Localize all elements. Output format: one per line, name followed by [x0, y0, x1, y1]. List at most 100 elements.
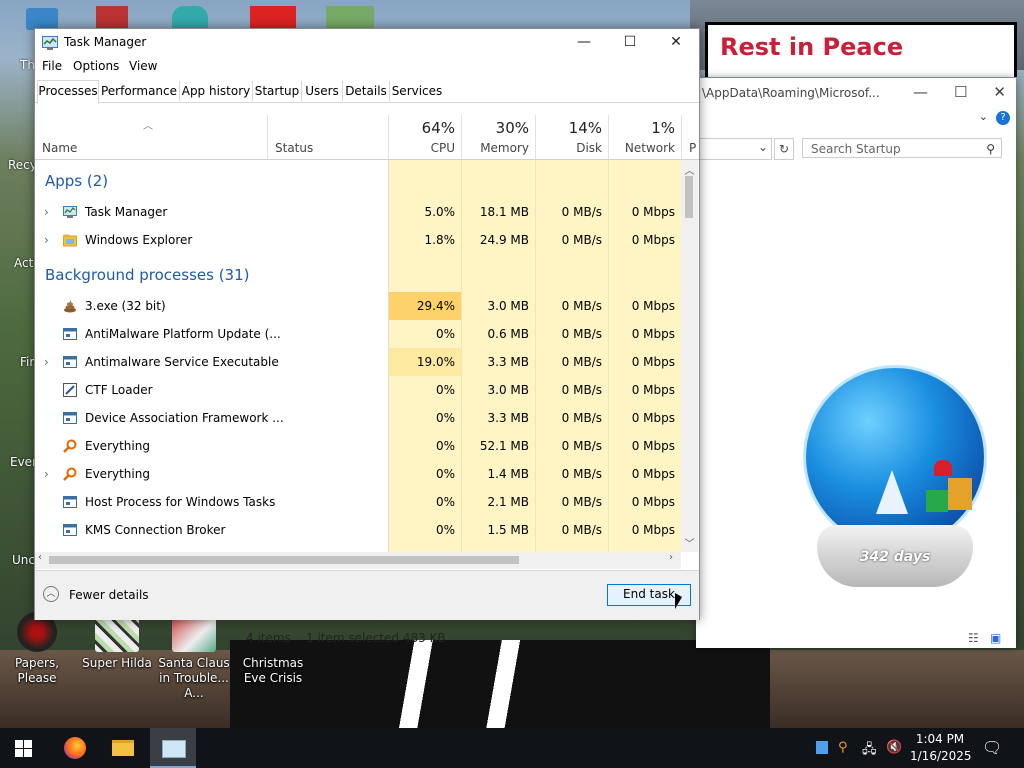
- process-row[interactable]: › Antimalware Service Executable 19.0% 3.3 …: [35, 348, 681, 376]
- process-row[interactable]: › Everything 0% 1.4 MB 0 MB/s 0 Mbps: [35, 460, 681, 488]
- group-header-background[interactable]: Background processes (31): [35, 262, 681, 290]
- search-input[interactable]: Search Startup ⚲: [802, 138, 1002, 158]
- desktop-icon-santa-claus[interactable]: Santa Claus in Trouble... A...: [157, 612, 231, 701]
- expand-arrow-icon[interactable]: ›: [44, 226, 49, 254]
- help-icon[interactable]: ?: [996, 111, 1010, 125]
- desktop-label-partial[interactable]: Unc: [12, 553, 35, 567]
- tray-app-icon[interactable]: [816, 741, 828, 754]
- scroll-left-icon[interactable]: ‹: [38, 552, 42, 563]
- large-icons-view-icon[interactable]: ▣: [990, 631, 1001, 645]
- column-disk[interactable]: 14% Disk: [536, 115, 608, 159]
- taskbar-firefox[interactable]: [52, 728, 98, 768]
- desktop-label-partial[interactable]: Th: [20, 58, 35, 72]
- process-disk: 0 MB/s: [561, 467, 602, 481]
- tab-app-history[interactable]: App history: [180, 81, 253, 101]
- close-icon[interactable]: ✕: [993, 83, 1006, 101]
- process-row[interactable]: 3.exe (32 bit) 29.4% 3.0 MB 0 MB/s 0 Mbps: [35, 292, 681, 320]
- process-row[interactable]: Host Process for Windows Tasks 0% 2.1 MB 0 …: [35, 488, 681, 516]
- vertical-scrollbar[interactable]: ︿ ﹀: [681, 160, 698, 552]
- desktop-icon-papers-please[interactable]: Papers, Please: [0, 612, 74, 686]
- details-view-icon[interactable]: ☷: [968, 631, 979, 645]
- process-row[interactable]: AntiMalware Platform Update (... 0% 0.6 MB…: [35, 320, 681, 348]
- column-power[interactable]: P: [682, 115, 699, 159]
- everything-tray-icon[interactable]: ⚲: [838, 740, 848, 755]
- desktop-icon-partial[interactable]: [326, 6, 374, 30]
- desktop-icon-christmas-eve-crisis[interactable]: Christmas Eve Crisis: [236, 612, 310, 686]
- desktop-icon-partial[interactable]: [172, 6, 208, 30]
- volume-muted-icon[interactable]: 🔇: [886, 740, 902, 755]
- process-row[interactable]: Everything 0% 52.1 MB 0 MB/s 0 Mbps: [35, 432, 681, 460]
- notification-center-icon[interactable]: 🗨: [982, 738, 1002, 757]
- process-row[interactable]: CTF Loader 0% 3.0 MB 0 MB/s 0 Mbps: [35, 376, 681, 404]
- scroll-thumb[interactable]: [685, 176, 693, 218]
- menu-file[interactable]: File: [42, 59, 62, 73]
- expand-arrow-icon[interactable]: ›: [44, 460, 49, 488]
- column-cpu[interactable]: 64% CPU: [389, 115, 461, 159]
- tab-users[interactable]: Users: [302, 81, 343, 101]
- horizontal-scrollbar[interactable]: ‹ ›: [35, 552, 681, 569]
- minimize-icon[interactable]: —: [913, 83, 928, 101]
- expand-arrow-icon[interactable]: ›: [44, 198, 49, 226]
- column-memory[interactable]: 30% Memory: [462, 115, 535, 159]
- desktop-label-partial[interactable]: Recy: [8, 158, 37, 172]
- refresh-button[interactable]: ↻: [774, 138, 794, 160]
- process-list[interactable]: Apps (2) › Task Manager 5.0% 18.1 MB 0 MB/s 0…: [35, 160, 681, 552]
- group-header-apps[interactable]: Apps (2): [35, 168, 681, 196]
- desktop-icon-partial[interactable]: [26, 8, 58, 30]
- process-memory: 18.1 MB: [479, 205, 529, 219]
- desktop-label-partial[interactable]: Act: [14, 256, 33, 270]
- column-status[interactable]: Status: [268, 115, 388, 159]
- minimize-button[interactable]: —: [561, 29, 607, 57]
- process-disk: 0 MB/s: [561, 523, 602, 537]
- title-bar[interactable]: Task Manager — ☐ ✕: [35, 29, 699, 57]
- process-name: Host Process for Windows Tasks: [85, 495, 276, 509]
- maximize-icon[interactable]: ☐: [954, 83, 967, 101]
- process-row[interactable]: KMS Connection Broker 0% 1.5 MB 0 MB/s 0 Mbp…: [35, 516, 681, 544]
- process-memory: 24.9 MB: [479, 233, 529, 247]
- scroll-right-icon[interactable]: ›: [669, 552, 673, 563]
- column-network[interactable]: 1% Network: [609, 115, 681, 159]
- scroll-up-icon[interactable]: ︿: [681, 162, 698, 177]
- gift-icon: [948, 478, 972, 510]
- process-row[interactable]: › Windows Explorer 1.8% 24.9 MB 0 MB/s 0 Mbps: [35, 226, 681, 254]
- expand-arrow-icon[interactable]: ›: [44, 348, 49, 376]
- maximize-button[interactable]: ☐: [607, 29, 653, 57]
- process-network: 0 Mbps: [631, 205, 675, 219]
- menu-view[interactable]: View: [129, 59, 157, 73]
- column-name[interactable]: Name: [35, 115, 267, 159]
- taskbar-task-manager[interactable]: [150, 728, 196, 768]
- desktop-icon-super-hilda[interactable]: Super Hilda: [80, 612, 154, 671]
- clock[interactable]: 1:04 PM 1/16/2025: [910, 731, 972, 765]
- scroll-down-icon[interactable]: ﹀: [681, 535, 698, 550]
- chevron-up-icon[interactable]: ︿: [43, 586, 59, 602]
- desktop-label-partial[interactable]: Fir: [20, 355, 34, 369]
- process-name: Everything: [85, 467, 150, 481]
- process-name: Windows Explorer: [85, 233, 193, 247]
- address-dropdown[interactable]: ⌄: [698, 138, 772, 160]
- start-button[interactable]: [0, 728, 48, 768]
- fewer-details-link[interactable]: Fewer details: [69, 588, 149, 602]
- memory-total: 30%: [495, 119, 529, 137]
- tab-startup[interactable]: Startup: [253, 81, 302, 101]
- explorer-title-bar[interactable]: \AppData\Roaming\Microsof... — ☐ ✕: [696, 78, 1016, 108]
- process-row[interactable]: Device Association Framework ... 0% 3.3 MB…: [35, 404, 681, 432]
- tab-performance[interactable]: Performance: [99, 81, 180, 101]
- tab-services[interactable]: Services: [390, 81, 444, 101]
- chevron-down-icon[interactable]: ⌄: [979, 110, 988, 123]
- process-name: Everything: [85, 439, 150, 453]
- desktop-label-partial[interactable]: Ever: [10, 455, 37, 469]
- process-row[interactable]: › Task Manager 5.0% 18.1 MB 0 MB/s 0 Mbps: [35, 198, 681, 226]
- desktop-icon-partial[interactable]: [96, 6, 128, 30]
- close-button[interactable]: ✕: [653, 29, 699, 57]
- desktop-icon-partial[interactable]: [250, 6, 296, 30]
- menu-options[interactable]: Options: [73, 59, 119, 73]
- tab-details[interactable]: Details: [343, 81, 390, 101]
- taskbar-file-explorer[interactable]: [100, 728, 146, 768]
- network-icon[interactable]: 🖧: [862, 740, 877, 762]
- task-manager-window[interactable]: Task Manager — ☐ ✕ File Options View Pro…: [34, 28, 700, 620]
- window-title: Task Manager: [64, 35, 147, 49]
- scroll-thumb[interactable]: [49, 556, 519, 564]
- snowglobe-widget[interactable]: 342 days: [795, 365, 995, 591]
- task-manager-icon: [42, 36, 58, 50]
- tab-processes[interactable]: Processes: [37, 80, 99, 104]
